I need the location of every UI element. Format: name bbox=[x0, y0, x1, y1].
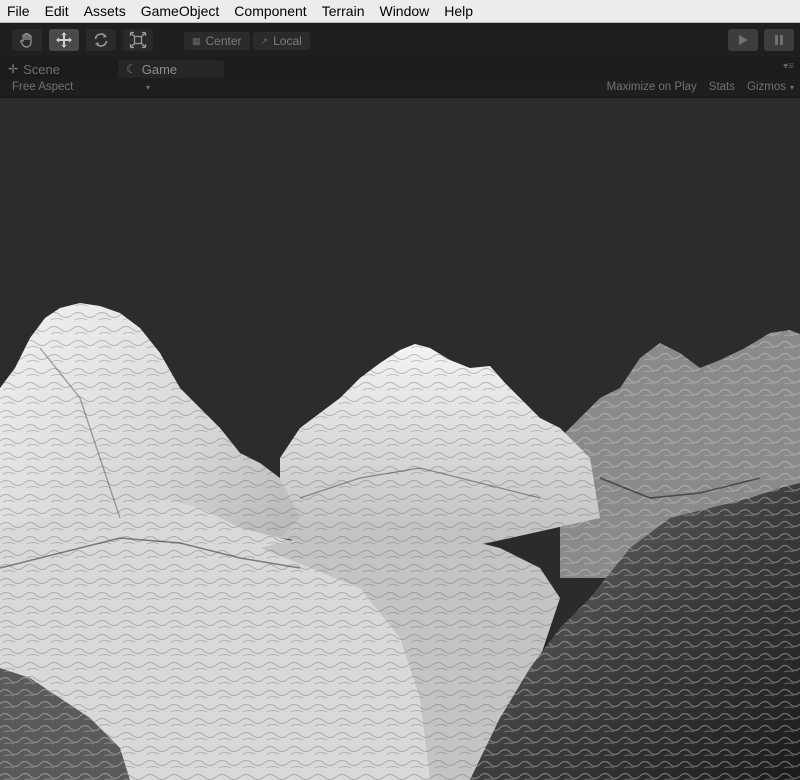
menu-assets[interactable]: Assets bbox=[77, 0, 134, 22]
rotate-tool-icon bbox=[94, 33, 108, 47]
menu-help[interactable]: Help bbox=[437, 0, 481, 22]
stats-toggle[interactable]: Stats bbox=[709, 81, 735, 95]
hand-tool-icon bbox=[20, 32, 32, 48]
pivot-local-label: Local bbox=[273, 34, 302, 48]
scene-icon: ✛ bbox=[8, 62, 19, 76]
pivot-center-toggle[interactable]: ▦ Center bbox=[184, 32, 250, 50]
gizmos-arrow-icon[interactable]: ▾ bbox=[790, 81, 794, 95]
menu-file[interactable]: File bbox=[0, 0, 38, 22]
move-tool-button[interactable] bbox=[49, 29, 79, 51]
aspect-dropdown-arrow-icon[interactable]: ▾ bbox=[146, 83, 150, 92]
unity-editor-window: File Edit Assets GameObject Component Te… bbox=[0, 0, 800, 780]
pivot-local-toggle[interactable]: ↗ Local bbox=[252, 32, 310, 50]
menu-gameobject[interactable]: GameObject bbox=[134, 0, 228, 22]
play-icon bbox=[739, 35, 748, 45]
menu-edit[interactable]: Edit bbox=[38, 0, 77, 22]
move-tool-icon bbox=[56, 32, 72, 48]
pivot-center-label: Center bbox=[205, 34, 242, 48]
hand-tool-button[interactable] bbox=[12, 29, 42, 51]
game-view-options: Maximize on Play Stats Gizmos ▾ bbox=[595, 81, 794, 95]
main-toolbar: ▦ Center ↗ Local bbox=[0, 23, 800, 57]
pivot-center-icon: ▦ bbox=[192, 35, 201, 46]
pause-button[interactable] bbox=[764, 29, 794, 51]
tab-game-label: Game bbox=[141, 61, 178, 77]
menu-terrain[interactable]: Terrain bbox=[315, 0, 373, 22]
tab-options-icon[interactable]: ▾≡ bbox=[783, 61, 794, 72]
game-controller-icon: ☾ bbox=[126, 62, 137, 76]
menu-window[interactable]: Window bbox=[372, 0, 437, 22]
rotate-tool-button[interactable] bbox=[86, 29, 116, 51]
pause-icon bbox=[775, 35, 783, 45]
tab-scene-label: Scene bbox=[23, 61, 60, 77]
tab-game[interactable]: ☾ Game bbox=[118, 60, 224, 78]
aspect-dropdown[interactable]: Free Aspect bbox=[12, 81, 73, 93]
play-controls bbox=[722, 29, 794, 51]
menu-bar: File Edit Assets GameObject Component Te… bbox=[0, 0, 800, 23]
transform-tools bbox=[12, 29, 160, 51]
maximize-on-play-toggle[interactable]: Maximize on Play bbox=[607, 81, 697, 95]
terrain-render bbox=[0, 98, 800, 780]
scale-tool-icon bbox=[129, 31, 147, 49]
tab-scene[interactable]: ✛ Scene bbox=[8, 60, 60, 78]
view-tab-row: ✛ Scene ☾ Game ▾≡ bbox=[0, 57, 800, 79]
pivot-local-icon: ↗ bbox=[260, 35, 269, 46]
game-view-toolbar: Free Aspect ▾ Maximize on Play Stats Giz… bbox=[0, 79, 800, 98]
scale-tool-button[interactable] bbox=[123, 29, 153, 51]
game-viewport[interactable] bbox=[0, 98, 800, 780]
play-button[interactable] bbox=[728, 29, 758, 51]
gizmos-dropdown[interactable]: Gizmos bbox=[747, 81, 786, 95]
menu-component[interactable]: Component bbox=[227, 0, 314, 22]
pivot-controls: ▦ Center ↗ Local bbox=[184, 32, 313, 50]
